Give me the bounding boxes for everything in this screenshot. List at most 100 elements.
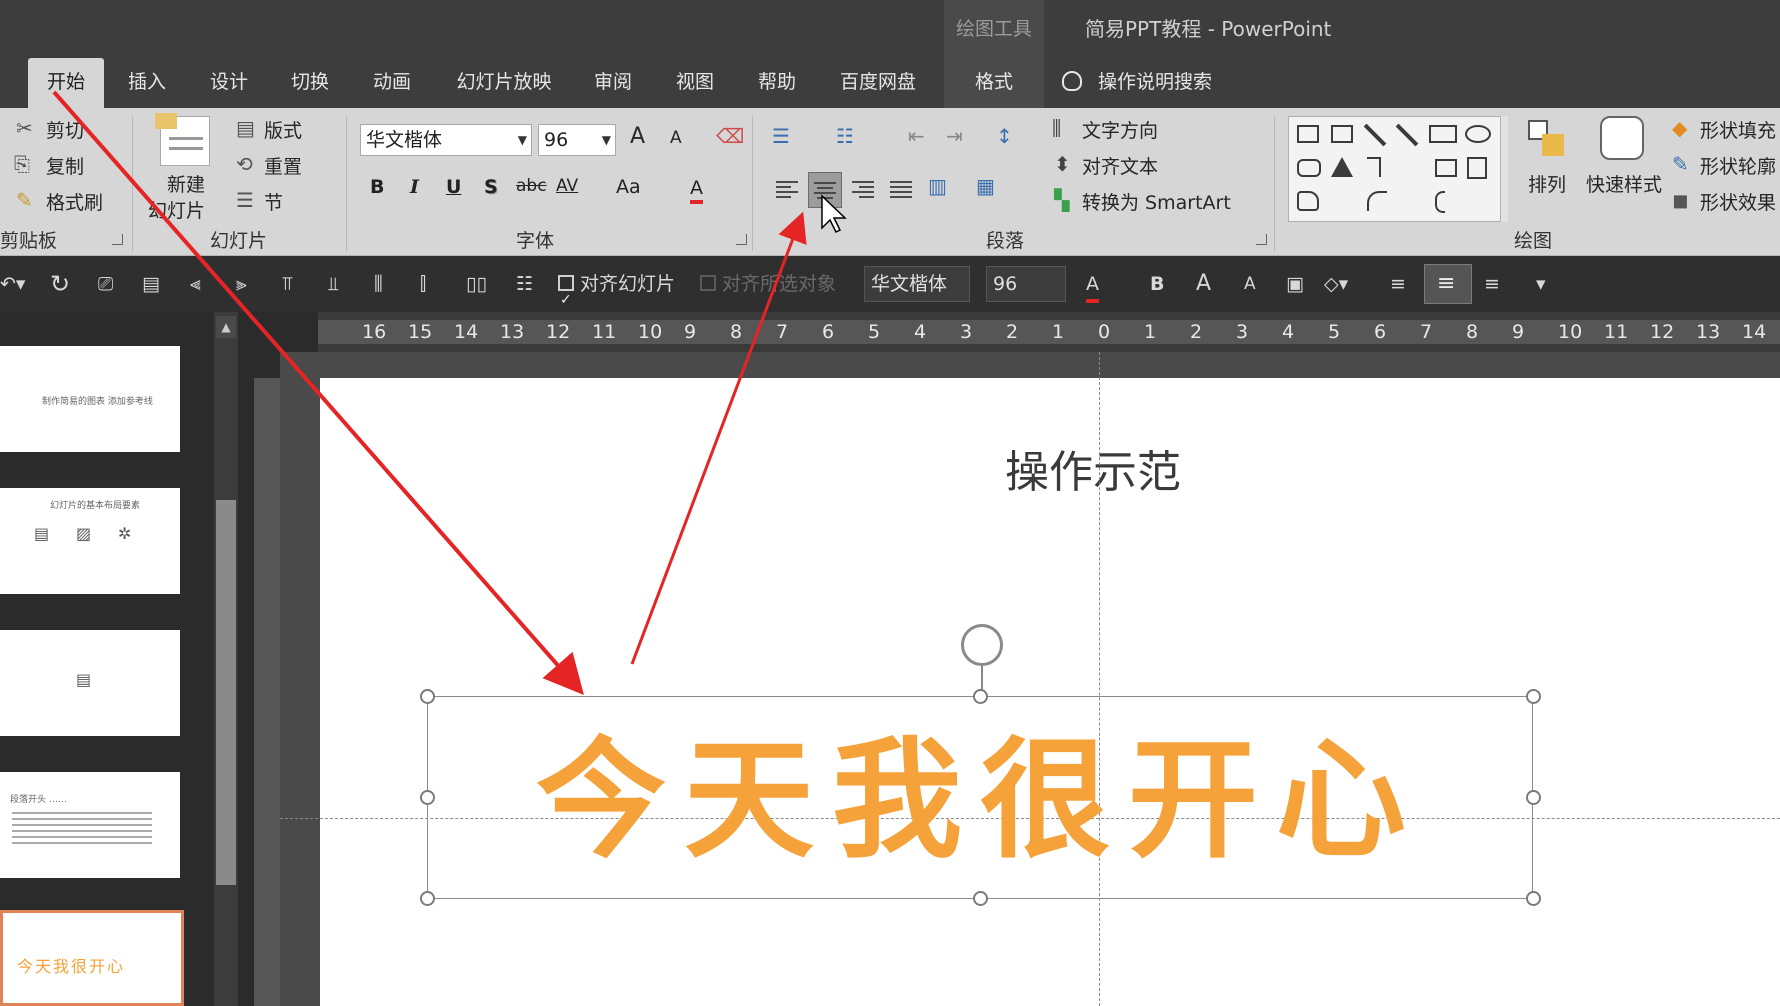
- tab-design[interactable]: 设计: [194, 58, 264, 108]
- tab-baidu-netdisk[interactable]: 百度网盘: [828, 58, 928, 108]
- connector-shape[interactable]: [1367, 157, 1381, 177]
- paragraph-launcher[interactable]: [1256, 234, 1267, 245]
- resize-handle-bottom-left[interactable]: [420, 891, 435, 906]
- toolbar-textbox-icon[interactable]: ▣: [1286, 256, 1304, 312]
- block-arrow-down-shape[interactable]: [1467, 157, 1487, 179]
- tell-me-search[interactable]: 操作说明搜索: [1062, 58, 1212, 108]
- vertical-guide[interactable]: [1099, 352, 1100, 1006]
- slide-thumbnail-1[interactable]: 制作简易的图表 添加参考线: [0, 346, 180, 452]
- text-direction-button[interactable]: 文字方向: [1082, 116, 1158, 143]
- resize-handle-bottom[interactable]: [973, 891, 988, 906]
- rounded-rect-shape[interactable]: [1297, 159, 1321, 177]
- arc-shape[interactable]: [1367, 191, 1387, 211]
- toolbar-font-color-icon[interactable]: A: [1086, 265, 1099, 303]
- line-spacing-icon[interactable]: ↕: [996, 124, 1013, 148]
- shape-gallery[interactable]: [1288, 116, 1508, 222]
- resize-handle-top-right[interactable]: [1526, 689, 1541, 704]
- columns-icon[interactable]: ▦: [976, 174, 995, 198]
- block-arrow-right-shape[interactable]: [1435, 159, 1457, 177]
- numbering-icon[interactable]: ☷: [836, 124, 854, 148]
- toolbar-shape-icon[interactable]: ◇▾: [1324, 256, 1348, 312]
- font-name-select[interactable]: 华文楷体 ▼: [360, 124, 532, 156]
- tab-format[interactable]: 格式: [944, 58, 1044, 108]
- oval-shape[interactable]: [1465, 125, 1491, 143]
- clipboard-launcher[interactable]: [112, 234, 123, 245]
- shape-outline-button[interactable]: 形状轮廓: [1700, 152, 1776, 179]
- brace-shape[interactable]: [1435, 191, 1445, 213]
- redo-icon[interactable]: ↻: [50, 256, 70, 312]
- slide-thumbnail-5[interactable]: 今天我很开心: [0, 910, 184, 1006]
- gallery-scroll[interactable]: [1500, 116, 1508, 222]
- font-size-select[interactable]: 96 ▼: [538, 124, 616, 156]
- toolbar-font-size[interactable]: 96: [986, 266, 1066, 302]
- shadow-button[interactable]: S: [484, 176, 498, 198]
- distribute-h-icon[interactable]: ▯▯: [466, 256, 487, 312]
- underline-button[interactable]: U: [446, 176, 461, 198]
- cut-button[interactable]: 剪切: [46, 116, 84, 143]
- decrease-indent-icon[interactable]: ⇤: [908, 124, 925, 148]
- convert-smartart-button[interactable]: 转换为 SmartArt: [1082, 188, 1231, 215]
- slide-thumbnail-3[interactable]: ▤: [0, 630, 180, 736]
- align-left-objects-icon[interactable]: ⫷: [190, 256, 201, 312]
- align-text-button[interactable]: 对齐文本: [1082, 152, 1158, 179]
- grow-font-button[interactable]: A: [630, 124, 645, 149]
- justify-icon[interactable]: [890, 178, 912, 200]
- align-to-slide-checkbox[interactable]: 对齐幻灯片: [558, 256, 675, 328]
- slide-thumbnail-2[interactable]: 幻灯片的基本布局要素 ▤ ▨ ✲: [0, 488, 180, 594]
- tab-home[interactable]: 开始: [28, 58, 104, 108]
- resize-handle-left[interactable]: [420, 790, 435, 805]
- rectangle-shape[interactable]: [1429, 125, 1457, 143]
- tab-help[interactable]: 帮助: [742, 58, 812, 108]
- bold-button[interactable]: B: [370, 176, 384, 198]
- align-middle-icon[interactable]: ⫿: [420, 256, 426, 312]
- align-left-icon[interactable]: [776, 178, 798, 200]
- quick-styles-button[interactable]: 快速样式: [1586, 170, 1662, 197]
- textbox-icon[interactable]: ▤: [142, 256, 160, 312]
- textbox-shape[interactable]: [1297, 125, 1319, 143]
- shape-fill-button[interactable]: 形状填充: [1700, 116, 1776, 143]
- distributed-icon[interactable]: ▥: [928, 174, 947, 198]
- toolbar-grow-font-icon[interactable]: A: [1196, 256, 1211, 312]
- bullets-icon[interactable]: ☰: [772, 124, 790, 148]
- freeform-shape[interactable]: [1297, 191, 1319, 211]
- undo-icon[interactable]: ↶▾: [0, 256, 25, 312]
- triangle-shape[interactable]: [1331, 157, 1353, 177]
- tab-review[interactable]: 审阅: [578, 58, 648, 108]
- arrow-line-shape[interactable]: [1395, 123, 1419, 147]
- toolbar-align-right-icon[interactable]: ≡: [1484, 256, 1500, 312]
- tab-view[interactable]: 视图: [660, 58, 730, 108]
- toolbar-font-name[interactable]: 华文楷体: [864, 266, 970, 302]
- rotate-handle-icon[interactable]: [961, 624, 1003, 666]
- thumbnail-scroll-thumb[interactable]: [216, 500, 236, 885]
- toolbar-shrink-font-icon[interactable]: A: [1244, 256, 1256, 312]
- font-launcher[interactable]: [736, 234, 747, 245]
- distribute-v-icon[interactable]: ☷: [516, 256, 533, 312]
- align-top-icon[interactable]: ⫪: [282, 256, 293, 312]
- scroll-up-icon[interactable]: ▲: [216, 316, 236, 338]
- align-right-icon[interactable]: [852, 178, 874, 200]
- section-button[interactable]: 节: [264, 188, 283, 215]
- reset-button[interactable]: 重置: [264, 152, 302, 179]
- line-shape[interactable]: [1363, 123, 1387, 147]
- toolbar-align-left-icon[interactable]: ≡: [1390, 256, 1406, 312]
- change-case-button[interactable]: Aa: [616, 176, 641, 198]
- toolbar-align-center-button[interactable]: ≡: [1424, 264, 1472, 304]
- arrange-button[interactable]: 排列: [1528, 170, 1566, 197]
- toolbar-bold-button[interactable]: B: [1150, 256, 1164, 312]
- shrink-font-button[interactable]: A: [670, 128, 682, 148]
- resize-handle-right[interactable]: [1526, 790, 1541, 805]
- slide-thumbnail-4[interactable]: 段落开头 ……: [0, 772, 180, 878]
- copy-button[interactable]: 复制: [46, 152, 84, 179]
- toolbar-more-icon[interactable]: ▾: [1536, 256, 1546, 312]
- new-slide-line1[interactable]: 新建: [167, 170, 205, 197]
- shape-effects-button[interactable]: 形状效果: [1700, 188, 1776, 215]
- italic-button[interactable]: I: [410, 176, 419, 198]
- char-spacing-button[interactable]: AV: [556, 176, 578, 196]
- slide-title[interactable]: 操作示范: [1005, 436, 1181, 500]
- layout-button[interactable]: 版式: [264, 116, 302, 143]
- align-center-h-icon[interactable]: ⫼: [374, 256, 383, 312]
- align-right-objects-icon[interactable]: ⫸: [236, 256, 247, 312]
- resize-handle-top-left[interactable]: [420, 689, 435, 704]
- tab-animations[interactable]: 动画: [357, 58, 427, 108]
- increase-indent-icon[interactable]: ⇥: [946, 124, 963, 148]
